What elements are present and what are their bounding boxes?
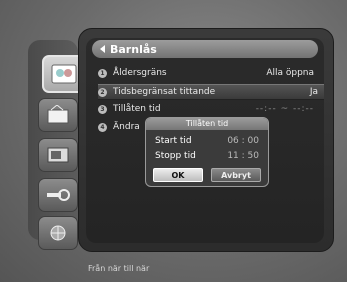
back-arrow-icon[interactable] (100, 45, 105, 53)
allowed-time-dialog: Tillåten tid Start tid 06 : 00 Stopp tid… (145, 117, 269, 187)
stop-time-field[interactable]: Stopp tid 11 : 50 (155, 151, 263, 164)
menu-item-allowed-time[interactable]: 3 Tillåten tid --:-- ~ --:-- (98, 102, 320, 116)
help-text: Från när till när (88, 264, 150, 273)
menu-item-time-limited[interactable]: 2 Tidsbegränsat tittande Ja (98, 84, 324, 100)
ok-button[interactable]: OK (153, 168, 203, 182)
sidebar (28, 40, 86, 250)
cancel-button[interactable]: Avbryt (211, 168, 261, 182)
search-key-icon[interactable] (38, 178, 78, 212)
tv-folder-icon[interactable] (38, 98, 78, 132)
globe-icon[interactable] (38, 216, 78, 250)
start-time-field[interactable]: Start tid 06 : 00 (155, 136, 263, 149)
tv-settings-icon[interactable] (38, 138, 78, 172)
page-title: Barnlås (92, 40, 318, 58)
menu-item-age-limit[interactable]: 1 Åldersgräns Alla öppna (98, 66, 320, 80)
dialog-title: Tillåten tid (146, 118, 268, 130)
